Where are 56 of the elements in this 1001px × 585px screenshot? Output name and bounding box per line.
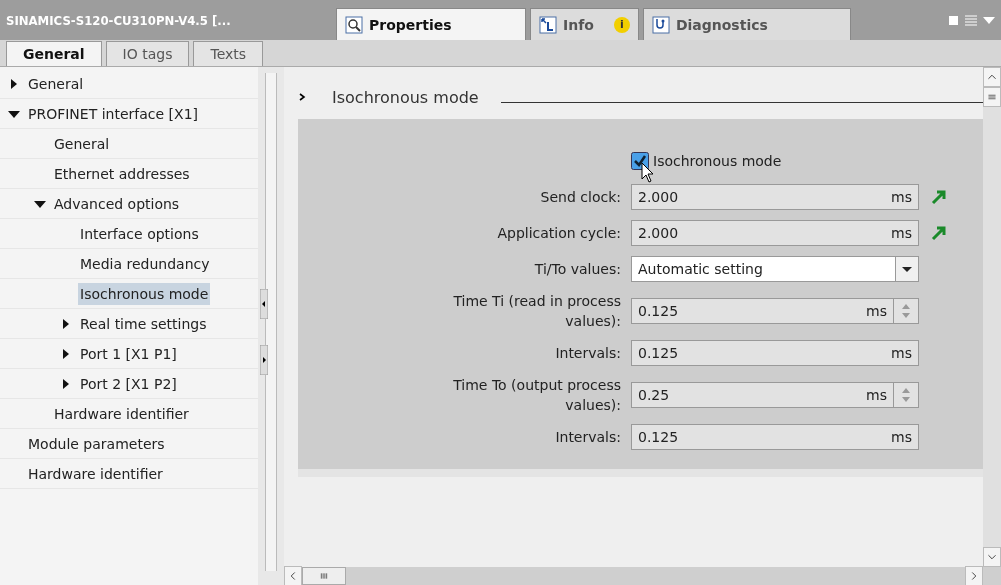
tree-item[interactable]: General: [26, 72, 86, 95]
tree-item[interactable]: PROFINET interface [X1]: [26, 102, 200, 125]
panel-tab[interactable]: Diagnostics: [642, 8, 851, 40]
stethoscope-icon: [651, 15, 670, 34]
magnifier-document-icon: [345, 15, 363, 34]
scroll-thumb[interactable]: [302, 567, 346, 585]
section-title: Isochronous mode: [332, 87, 479, 107]
tab[interactable]: Texts: [193, 41, 264, 66]
tree-item[interactable]: Port 1 [X1 P1]: [78, 342, 179, 365]
value-field[interactable]: 0.125 ms: [631, 340, 919, 366]
dropdown[interactable]: Automatic setting: [631, 256, 919, 282]
tree-item[interactable]: Interface options: [78, 222, 201, 245]
spinner-field[interactable]: 0.125 ms: [631, 298, 919, 324]
field-label: Time Ti (read in process values):: [452, 292, 622, 331]
expand-right-icon[interactable]: [260, 345, 268, 375]
tree-item[interactable]: General: [52, 132, 112, 155]
collapse-left-icon[interactable]: [260, 289, 268, 319]
tab[interactable]: General: [6, 41, 102, 66]
field-label: Time To (output process values):: [452, 376, 622, 415]
field-label: Application cycle:: [496, 224, 622, 243]
value-field[interactable]: 2.000 ms: [631, 184, 919, 210]
tree-item[interactable]: Hardware identifier: [52, 402, 191, 425]
value-field[interactable]: 2.000 ms: [631, 220, 919, 246]
tree-item[interactable]: Real time settings: [78, 312, 209, 335]
scroll-thumb[interactable]: [983, 87, 1001, 107]
arrow-link-icon[interactable]: [931, 225, 947, 241]
scroll-right-icon[interactable]: [965, 566, 983, 585]
field-label: Intervals:: [554, 428, 622, 447]
spinner-field[interactable]: 0.25 ms: [631, 382, 919, 408]
mouse-pointer-icon: [641, 162, 655, 184]
tree-item[interactable]: Isochronous mode: [78, 282, 211, 305]
scroll-left-icon[interactable]: [284, 566, 302, 585]
tree-item[interactable]: Port 2 [X1 P2]: [78, 372, 179, 395]
tree-item[interactable]: Ethernet addresses: [52, 162, 192, 185]
checkbox-label: Isochronous mode: [653, 153, 782, 169]
window-controls-icon[interactable]: [947, 13, 997, 27]
field-label: Send clock:: [539, 188, 622, 207]
tree-item[interactable]: Media redundancy: [78, 252, 212, 275]
info-badge: i: [613, 16, 630, 33]
chevron-right-icon[interactable]: [298, 92, 306, 102]
scroll-down-icon[interactable]: [983, 547, 1001, 567]
tree-item[interactable]: Advanced options: [52, 192, 182, 215]
collapse-arrow-icon[interactable]: [34, 198, 46, 209]
info-arrows-icon: [539, 15, 557, 34]
scroll-up-icon[interactable]: [983, 67, 1001, 87]
field-label: Intervals:: [554, 344, 622, 363]
arrow-link-icon[interactable]: [931, 189, 947, 205]
panel-tab[interactable]: Info i: [530, 8, 639, 40]
window-title: SINAMICS-S120-CU310PN-V4.5 [...: [6, 12, 232, 28]
value-field[interactable]: 0.125 ms: [631, 424, 919, 450]
collapse-arrow-icon[interactable]: [8, 108, 20, 119]
tree-item[interactable]: Module parameters: [26, 432, 167, 455]
panel-tab[interactable]: Properties: [336, 8, 526, 40]
field-label: Ti/To values:: [533, 260, 622, 279]
tree-item[interactable]: Hardware identifier: [26, 462, 165, 485]
tab[interactable]: IO tags: [105, 41, 190, 66]
